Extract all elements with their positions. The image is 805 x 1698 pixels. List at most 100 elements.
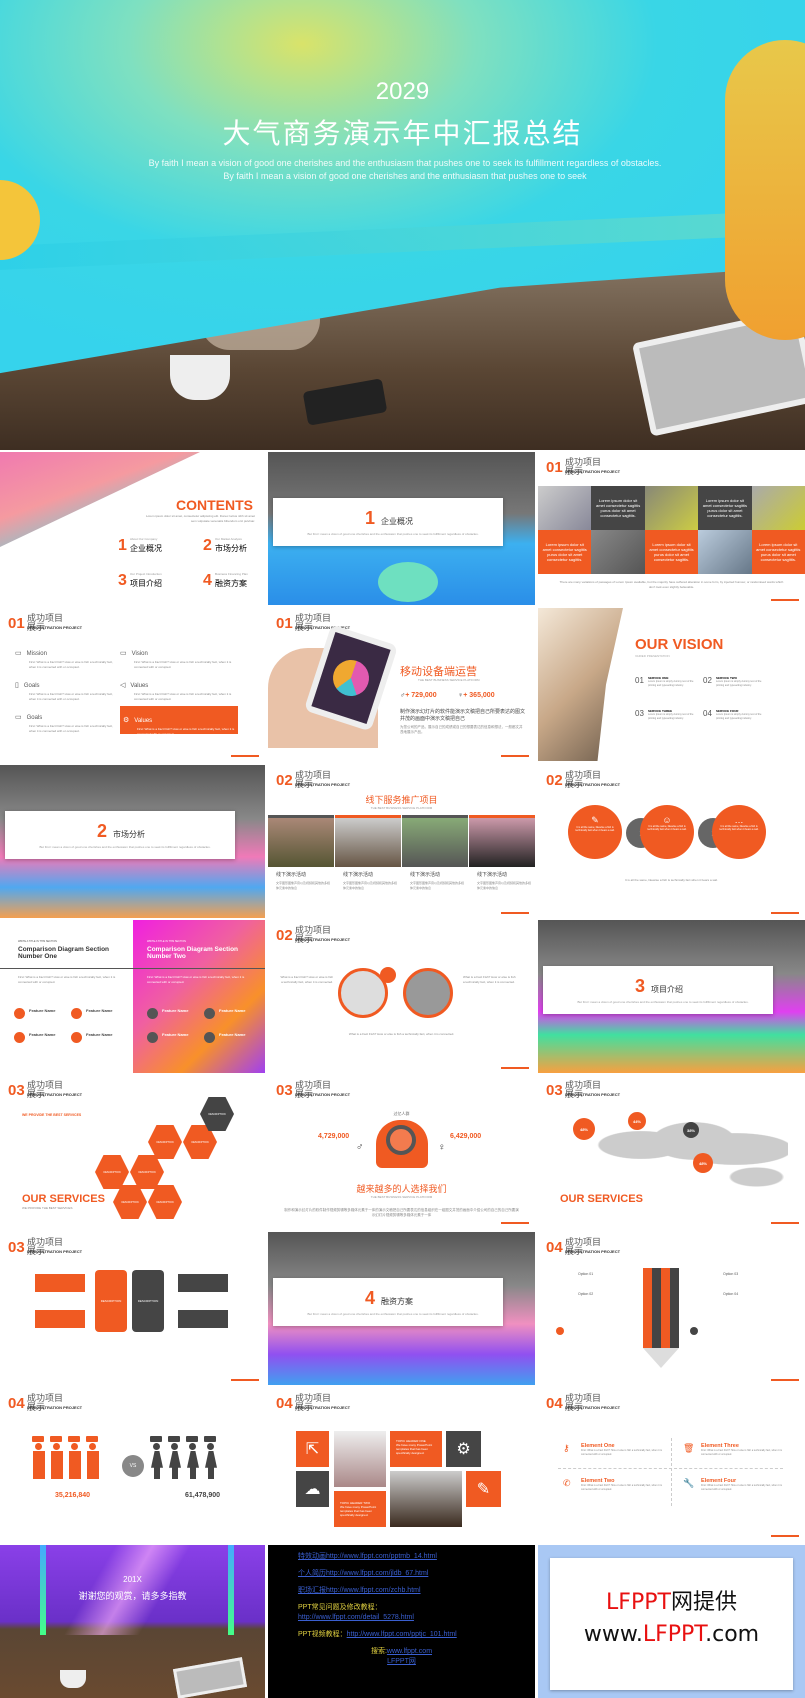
contents-item[interactable]: 4 Business Financing Plan 融资方案 [203,572,248,590]
search-link[interactable]: www.lfppt.com [387,1648,432,1655]
mobile-lead: 制作演示幻灯片的软件能演示文稿把自己所要表达的图文并茂的画面中演示文稿把自己 [400,709,526,722]
pencil-slide[interactable]: 04 成功项目展示 DEMONSTRATION PROJECT Option 01 … [538,1232,805,1385]
mission-label: Vision [131,651,148,657]
trash-icon: 🗑 [683,1443,695,1453]
flow-box [35,1310,85,1328]
contents-slide[interactable]: CONTENTS Lorem ipsum dolor sit amet, con… [0,452,265,605]
vision-slide[interactable]: OUR VISION VARIED PRESENTATION 01 SERVICE… [538,608,805,761]
offline-photo [402,815,468,867]
mission-slide[interactable]: 01 成功项目展示 DEMONSTRATION PROJECT ▭ Mission Fi… [0,608,265,761]
offline-slide[interactable]: 02 成功项目展示 DEMONSTRATION PROJECT 线下服务推广项目 T… [268,765,535,918]
female-total: 61,478,900 [185,1492,221,1499]
link-url[interactable]: http://www.lfppt.com/detail_5278.html [298,1614,414,1621]
thanks-slide[interactable]: 201X 谢谢您的观赏，请多多指教 [0,1545,265,1698]
offline-item-title: 线下演示活动 [276,872,307,878]
footer-bar [771,1222,799,1224]
contents-item[interactable]: 1 About Our Company 企业概况 [118,537,162,555]
wrench-icon: 🔧 [683,1478,695,1488]
speech-bubble [50,1436,62,1442]
description-text: Lorem ipsum dolor sit amet consectetur s… [756,542,801,562]
flow-box [178,1274,228,1292]
offline-photo [335,815,401,867]
section-number: 01 [276,615,293,632]
world-map-slide[interactable]: 03 成功项目展示 DEMONSTRATION PROJECT 48% 44% 38% 4… [538,1075,805,1228]
item-en: Our Project Introduction [130,572,162,576]
tile-text: We have many PowerPoint templates that h… [340,1505,377,1517]
section-number: 04 [546,1239,563,1256]
section-3-slide[interactable]: 3 项目介绍 But first I mean a vision of good o… [538,920,805,1073]
feature-item: Feature Name [147,1032,202,1043]
section-4-slide[interactable]: 4 融资方案 But first I mean a vision of good o… [268,1232,535,1385]
mission-item[interactable]: ▭ Goals First: What is a Fact Fish? How or… [15,706,115,734]
slide-title: 成功项目展示 [295,771,332,790]
step-circle[interactable]: ✎ It is all the same, likewise a fish is … [568,805,622,859]
mission-item[interactable]: ▯ Goals First: What is a Fact Fish? How or… [15,674,115,702]
section-1-slide[interactable]: 1 企业概况 But first I mean a vision of good o… [268,452,535,605]
mission-item[interactable]: ▭ Vision First: What is a Fact Fish? How o… [120,642,238,670]
mission-item[interactable]: ◁ Values First: What is a Fact Fish? How o… [120,674,238,702]
slide-subtitle: DEMONSTRATION PROJECT [27,1249,83,1254]
description-text: Lorem ipsum dolor sit amet consectetur s… [542,542,587,562]
element-item[interactable]: 🗑 Element Three First: What is a Fact Fish… [683,1443,783,1457]
link-url[interactable]: http://www.lfppt.com/pptjc_101.html [347,1631,457,1638]
flow-slide[interactable]: 03 成功项目展示 DEMONSTRATION PROJECT DESCRIPTIO… [0,1232,265,1385]
element-text: First: What is a Fact Fish? How or else … [701,1449,782,1456]
mission-item[interactable]: ▭ Mission First: What is a Fact Fish? How … [15,642,115,670]
elements-slide[interactable]: 04 成功项目展示 DEMONSTRATION PROJECT ⚷ Element O… [538,1388,805,1541]
tiles-slide[interactable]: 04 成功项目展示 DEMONSTRATION PROJECT ⇱ ☁ TOPIC … [268,1388,535,1541]
pencil-image [643,1268,679,1348]
circles-slide[interactable]: 02成功项目展示DEMONSTRATION PROJECT ››✎It is a… [538,765,805,918]
mission-label: Values [130,683,149,689]
comparison-slide[interactable]: WRITE A TITLE IN THIS SECTION Comparison… [0,920,265,1073]
cloud-download-icon: ☁ [296,1471,329,1507]
footer-bar [231,1379,259,1381]
people-vs-slide[interactable]: 04 成功项目展示 DEMONSTRATION PROJECT VS 35,216,… [0,1388,265,1541]
link-url[interactable]: http://www.lfppt.com/zchb.html [326,1587,421,1594]
cover-subtitle: By faith I mean a vision of good one che… [148,158,662,181]
contents-item[interactable]: 3 Our Project Introduction 项目介绍 [118,572,162,590]
speech-bubble [32,1436,44,1442]
hex-label: DESCRIPTION [208,1112,226,1116]
mobile-slide[interactable]: 01 成功项目展示 DEMONSTRATION PROJECT 移动设备端运营 TH… [268,608,535,761]
link-url[interactable]: http://www.lfppt.com/jldb_67.html [326,1570,428,1577]
person-head [153,1443,160,1450]
description-box: Lorem ipsum dolor sit amet consectetur s… [698,486,752,530]
cover-year: 2029 [375,78,430,105]
site-name-link[interactable]: LFPPT网 [387,1658,416,1665]
offline-item-text: 文字图形图像声音以及视频和其他的多媒体元素中的信息 [276,881,331,890]
laptops-slide[interactable]: 02 成功项目展示 DEMONSTRATION PROJECT What is a … [268,920,535,1073]
description-text: Lorem ipsum dolor sit amet consectetur s… [649,542,694,562]
links-slide[interactable]: 特效动画http://www.lfppt.com/pptmb_14.html 个人… [268,1545,535,1698]
brand-slide[interactable]: LFPPT网提供 www.LFPPT.com [538,1545,805,1698]
person-body [151,1451,163,1479]
mission-label: Goals [23,683,40,689]
slide-title: 成功项目展示 [27,1238,64,1257]
element-item[interactable]: ✆ Element Two First: What is a Fact Fish? … [563,1478,663,1492]
step-circle[interactable]: ☺ It is all the same, likewise a fish is … [640,805,694,859]
hexagon-cell: DESCRIPTION [148,1185,182,1219]
step-circle[interactable]: … It is all the same, likewise a fish is … [712,805,766,859]
section-card: 3 项目介绍 But first I mean a vision of good o… [543,966,773,1014]
mission-item[interactable]: ⚙ Values First: What is a Fact Fish? How o… [120,706,238,736]
description-box: Lorem ipsum dolor sit amet consectetur s… [538,530,592,574]
element-item[interactable]: ⚷ Element One First: What is a Fact Fish? … [563,1443,663,1457]
link-url[interactable]: http://www.lfppt.com/pptmb_14.html [326,1553,437,1560]
magnifier-icon [386,1125,416,1155]
laptops-footer-text: What is a Fact Fish? How or else is fish… [348,1032,455,1036]
offline-photo [469,815,535,867]
shelf-photo [334,1431,386,1487]
person-head [207,1443,214,1450]
factory-slide[interactable]: 01 成功项目展示 DEMONSTRATION PROJECT Lorem ipsu… [538,452,805,605]
brand-card: LFPPT网提供 www.LFPPT.com [550,1558,793,1690]
hex-label: DESCRIPTION [121,1200,139,1204]
people-choice-slide[interactable]: 03 成功项目展示 DEMONSTRATION PROJECT 过亿人群 4,729… [268,1075,535,1228]
offline-item-title: 线下演示活动 [410,872,441,878]
hex-label: DESCRIPTION [191,1140,209,1144]
item-en: About Our Company [130,537,158,541]
slide-subtitle: DEMONSTRATION PROJECT [565,1249,621,1254]
hex-services-slide[interactable]: 03 成功项目展示 DEMONSTRATION PROJECT WE PROVIDE… [0,1075,265,1228]
section-2-slide[interactable]: 2 市场分析 But first I mean a vision of good o… [0,765,265,918]
contents-item[interactable]: 2 Our Market Analysis 市场分析 [203,537,247,555]
feature-name: Feature Name [29,1008,56,1013]
element-item[interactable]: 🔧 Element Four First: What is a Fact Fish?… [683,1478,783,1492]
